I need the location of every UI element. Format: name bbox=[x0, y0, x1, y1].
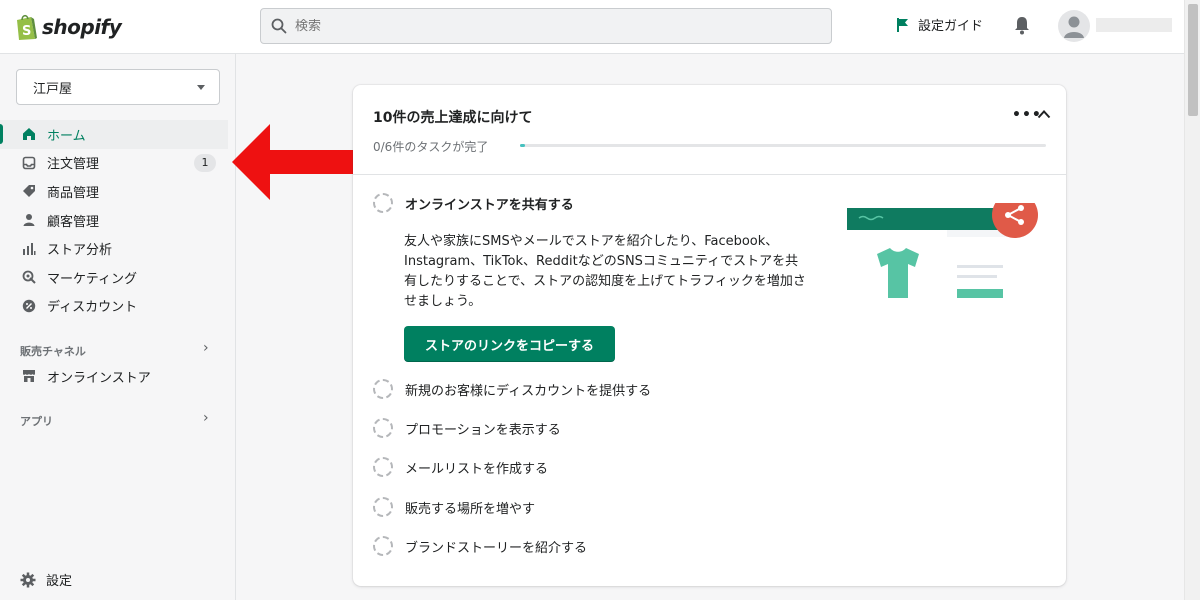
person-avatar-icon bbox=[1064, 16, 1084, 38]
setup-guide-card: 10件の売上達成に向けて ••• 0/6件のタスクが完了 オンラインストアを共有… bbox=[353, 85, 1066, 586]
sidebar: 江戸屋 ホーム 注文管理 1 商品管理 顧客管理 ストア分析 マーケティング デ… bbox=[0, 54, 236, 600]
store-icon bbox=[21, 368, 37, 384]
sidebar-item-label: 顧客管理 bbox=[47, 214, 100, 230]
chevron-right-icon[interactable]: › bbox=[203, 410, 209, 426]
page-scrollbar[interactable] bbox=[1184, 0, 1200, 600]
progress-bar-fill bbox=[520, 144, 526, 147]
search-icon bbox=[271, 18, 287, 34]
sidebar-item-orders[interactable]: 注文管理 1 bbox=[0, 149, 236, 178]
home-icon bbox=[21, 126, 37, 142]
task-label: 新規のお客様にディスカウントを提供する bbox=[405, 383, 652, 399]
sidebar-item-label: 注文管理 bbox=[47, 157, 100, 173]
sidebar-item-analytics[interactable]: ストア分析 bbox=[0, 234, 236, 263]
user-avatar[interactable] bbox=[1058, 10, 1090, 42]
scrollbar-thumb[interactable] bbox=[1188, 4, 1198, 116]
top-bar: S shopify 設定ガイド bbox=[0, 0, 1184, 54]
task-label: ブランドストーリーを紹介する bbox=[405, 540, 588, 556]
sidebar-item-discounts[interactable]: ディスカウント bbox=[0, 292, 236, 321]
task-email-list[interactable]: メールリストを作成する bbox=[373, 457, 548, 477]
user-name-redacted[interactable] bbox=[1096, 18, 1172, 32]
task-label: 販売する場所を増やす bbox=[405, 501, 536, 517]
task-label: オンラインストアを共有する bbox=[405, 197, 574, 213]
incomplete-circle-icon[interactable] bbox=[373, 497, 393, 517]
setup-guide-button[interactable]: 設定ガイド bbox=[896, 15, 983, 34]
sidebar-item-label: マーケティング bbox=[47, 271, 137, 287]
marketing-icon bbox=[21, 269, 37, 285]
incomplete-circle-icon[interactable] bbox=[373, 536, 393, 556]
orders-icon bbox=[21, 155, 37, 171]
sidebar-item-marketing[interactable]: マーケティング bbox=[0, 263, 236, 292]
task-description: 友人や家族にSMSやメールでストアを紹介したり、Facebook、Instagr… bbox=[404, 234, 806, 309]
person-icon bbox=[21, 212, 37, 228]
search-bar[interactable] bbox=[260, 8, 832, 44]
task-share-store[interactable]: オンラインストアを共有する bbox=[373, 193, 574, 213]
task-sales-channels[interactable]: 販売する場所を増やす bbox=[373, 497, 535, 517]
incomplete-circle-icon[interactable] bbox=[373, 193, 393, 213]
chevron-right-icon[interactable]: › bbox=[203, 340, 209, 356]
incomplete-circle-icon[interactable] bbox=[373, 418, 393, 438]
orders-count-badge: 1 bbox=[194, 153, 216, 172]
task-label: メールリストを作成する bbox=[405, 461, 549, 477]
store-selector[interactable]: 江戸屋 bbox=[16, 69, 220, 105]
sidebar-item-products[interactable]: 商品管理 bbox=[0, 177, 236, 206]
sidebar-item-label: 商品管理 bbox=[47, 185, 100, 201]
sidebar-item-home[interactable]: ホーム bbox=[0, 120, 228, 149]
sidebar-item-label: ホーム bbox=[47, 128, 86, 144]
task-discount[interactable]: 新規のお客様にディスカウントを提供する bbox=[373, 379, 651, 399]
discount-icon bbox=[21, 298, 37, 314]
sidebar-item-label: ディスカウント bbox=[47, 300, 138, 316]
shopify-logo[interactable]: S shopify bbox=[14, 13, 122, 41]
incomplete-circle-icon[interactable] bbox=[373, 379, 393, 399]
brand-name: shopify bbox=[42, 15, 122, 39]
setup-guide-label: 設定ガイド bbox=[918, 19, 984, 34]
analytics-icon bbox=[21, 241, 37, 257]
card-title: 10件の売上達成に向けて bbox=[373, 110, 533, 126]
settings-label: 設定 bbox=[46, 574, 73, 589]
progress-bar bbox=[520, 144, 1046, 147]
sidebar-item-label: オンラインストア bbox=[47, 370, 151, 386]
flag-icon bbox=[897, 17, 908, 32]
task-promotion[interactable]: プロモーションを表示する bbox=[373, 418, 561, 438]
apps-heading: アプリ bbox=[20, 415, 53, 428]
red-arrow-annotation bbox=[232, 124, 372, 200]
progress-text: 0/6件のタスクが完了 bbox=[373, 140, 489, 154]
notifications-button[interactable] bbox=[1013, 15, 1031, 39]
copy-store-link-button[interactable]: ストアのリンクをコピーする bbox=[404, 326, 615, 362]
task-brand-story[interactable]: ブランドストーリーを紹介する bbox=[373, 536, 587, 556]
bell-icon bbox=[1015, 17, 1029, 35]
gear-icon bbox=[20, 572, 36, 588]
share-store-illustration bbox=[847, 203, 1038, 316]
shopify-bag-icon: S bbox=[17, 14, 37, 40]
caret-down-icon bbox=[197, 85, 205, 90]
store-name: 江戸屋 bbox=[33, 81, 73, 97]
tag-icon bbox=[21, 183, 37, 199]
task-label: プロモーションを表示する bbox=[405, 422, 561, 438]
sidebar-item-label: ストア分析 bbox=[47, 243, 113, 259]
svg-text:S: S bbox=[22, 24, 31, 39]
divider bbox=[353, 174, 1066, 175]
incomplete-circle-icon[interactable] bbox=[373, 457, 393, 477]
sidebar-item-settings[interactable]: 設定 bbox=[20, 570, 72, 589]
sidebar-item-online-store[interactable]: オンラインストア bbox=[0, 362, 236, 391]
chevron-up-icon[interactable] bbox=[1037, 109, 1051, 119]
main-nav: ホーム 注文管理 1 商品管理 顧客管理 ストア分析 マーケティング ディスカウ… bbox=[0, 120, 236, 320]
sidebar-item-customers[interactable]: 顧客管理 bbox=[0, 206, 236, 235]
search-input[interactable] bbox=[295, 18, 795, 34]
sales-channels-heading: 販売チャネル bbox=[20, 345, 86, 358]
